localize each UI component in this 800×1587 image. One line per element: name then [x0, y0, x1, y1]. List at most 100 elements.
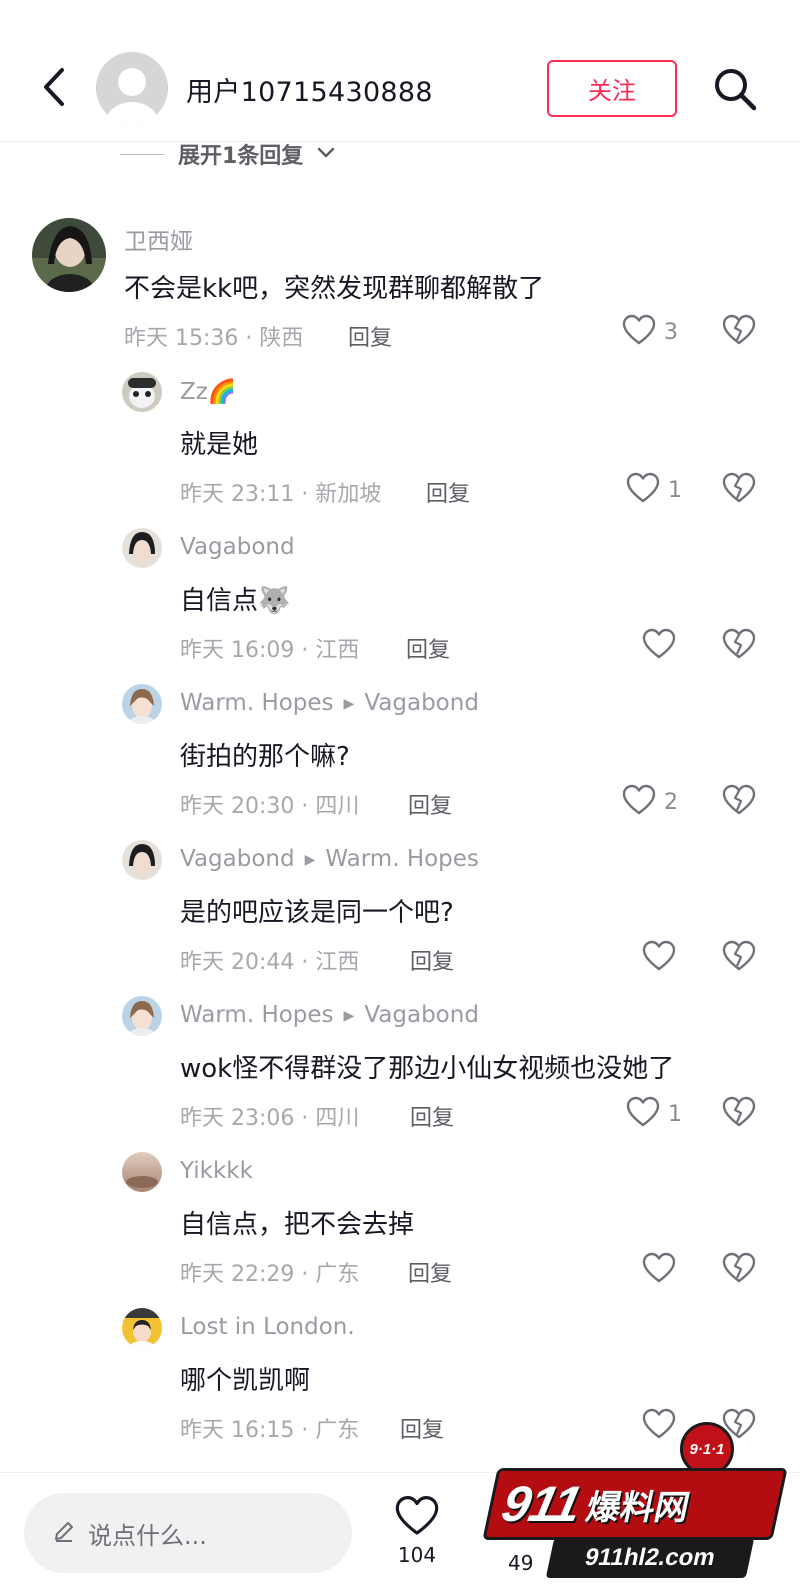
- like-button[interactable]: 1: [626, 472, 682, 508]
- expand-replies-button[interactable]: 展开1条回复: [120, 140, 335, 169]
- profile-avatar[interactable]: [96, 52, 168, 124]
- comment-text: 哪个凯凯啊: [180, 1366, 311, 1396]
- comment-text: 自信点🐺: [180, 586, 291, 616]
- avatar[interactable]: [32, 218, 106, 292]
- comment-text: 就是她: [180, 430, 259, 460]
- comment-timestamp-location: 昨天 20:44 · 江西: [180, 950, 360, 975]
- comment-item: Yikkkk 自信点，把不会去掉 昨天 22:29 · 广东 回复: [0, 1152, 800, 1308]
- watermark-url: 911hl2.com: [545, 1538, 755, 1578]
- avatar[interactable]: [122, 1308, 162, 1348]
- broken-heart-icon[interactable]: [722, 628, 758, 664]
- comment-item: Vagabond 自信点🐺 昨天 16:09 · 江西 回复: [0, 528, 800, 684]
- heart-icon: [622, 784, 656, 820]
- broken-heart-icon[interactable]: [722, 1252, 758, 1288]
- comment-author[interactable]: Vagabond ▶ Warm. Hopes: [180, 846, 479, 872]
- comment-timestamp-location: 昨天 20:30 · 四川: [180, 794, 360, 819]
- watermark-banner: 911 爆料网: [482, 1468, 788, 1540]
- comment-author[interactable]: Warm. Hopes ▶ Vagabond: [180, 690, 479, 716]
- reply-arrow-icon: ▶: [304, 852, 316, 868]
- comment-item: Zz🌈 就是她 昨天 23:11 · 新加坡 回复 1: [0, 372, 800, 528]
- comment-author[interactable]: Warm. Hopes ▶ Vagabond: [180, 1002, 479, 1028]
- heart-icon: [642, 1252, 676, 1288]
- avatar[interactable]: [122, 840, 162, 880]
- reply-button[interactable]: 回复: [410, 944, 454, 976]
- reply-button[interactable]: 回复: [348, 320, 392, 352]
- comment-text: 不会是kk吧，突然发现群聊都解散了: [124, 274, 545, 304]
- comment-timestamp-location: 昨天 23:11 · 新加坡: [180, 482, 382, 507]
- like-button[interactable]: 3: [622, 314, 678, 350]
- watermark-logo: 9·1·1 911 爆料网 911hl2.com: [480, 1422, 788, 1584]
- divider-line: [120, 153, 164, 155]
- broken-heart-icon[interactable]: [722, 784, 758, 820]
- watermark-number: 911: [497, 1476, 586, 1532]
- like-button[interactable]: [642, 1252, 676, 1288]
- broken-heart-icon[interactable]: [722, 472, 758, 508]
- reply-button[interactable]: 回复: [400, 1412, 444, 1444]
- avatar[interactable]: [122, 684, 162, 724]
- profile-username[interactable]: 用户10715430888: [186, 70, 433, 109]
- heart-icon: [622, 314, 656, 350]
- avatar[interactable]: [122, 528, 162, 568]
- comment-item: Warm. Hopes ▶ Vagabond wok怪不得群没了那边小仙女视频也没她…: [0, 996, 800, 1152]
- comment-input-placeholder: 说点什么...: [88, 1521, 207, 1550]
- reply-to-name[interactable]: Vagabond: [364, 690, 479, 716]
- comment-author[interactable]: Yikkkk: [180, 1158, 253, 1184]
- reply-to-name[interactable]: Vagabond: [364, 1002, 479, 1028]
- comment-author[interactable]: Vagabond: [180, 534, 295, 560]
- top-bar: 用户10715430888 关注: [0, 0, 800, 142]
- author-name[interactable]: Warm. Hopes: [180, 690, 334, 716]
- heart-icon: [642, 940, 676, 976]
- author-name[interactable]: Vagabond: [180, 846, 295, 872]
- broken-heart-icon[interactable]: [722, 940, 758, 976]
- like-button[interactable]: [642, 940, 676, 976]
- like-count: 2: [664, 789, 678, 815]
- reply-button[interactable]: 回复: [408, 788, 452, 820]
- like-count: 3: [664, 319, 678, 345]
- comment-text: 街拍的那个嘛?: [180, 742, 350, 772]
- watermark-name: 爆料网: [582, 1487, 694, 1528]
- broken-heart-icon[interactable]: [722, 1096, 758, 1132]
- avatar[interactable]: [122, 1152, 162, 1192]
- follow-button[interactable]: 关注: [547, 60, 677, 117]
- comment-text: wok怪不得群没了那边小仙女视频也没她了: [180, 1054, 675, 1084]
- like-button[interactable]: 2: [622, 784, 678, 820]
- comment-timestamp-location: 昨天 15:36 · 陕西: [124, 326, 304, 351]
- like-count: 1: [668, 1101, 682, 1127]
- comment-text: 自信点，把不会去掉: [180, 1210, 415, 1240]
- comment-author[interactable]: Lost in London.: [180, 1314, 355, 1340]
- comment-timestamp-location: 昨天 16:09 · 江西: [180, 638, 360, 663]
- pencil-icon: [52, 1519, 76, 1547]
- author-name[interactable]: Warm. Hopes: [180, 1002, 334, 1028]
- post-like-button[interactable]: 104: [392, 1495, 442, 1567]
- comment-timestamp-location: 昨天 23:06 · 四川: [180, 1106, 360, 1131]
- post-like-count: 104: [397, 1543, 437, 1567]
- comment-timestamp-location: 昨天 16:15 · 广东: [180, 1418, 360, 1443]
- heart-icon: [626, 1096, 660, 1132]
- comment-input[interactable]: 说点什么...: [24, 1493, 352, 1573]
- back-arrow-icon[interactable]: [34, 62, 74, 112]
- comment-timestamp-location: 昨天 22:29 · 广东: [180, 1262, 360, 1287]
- comment-item: Warm. Hopes ▶ Vagabond 街拍的那个嘛? 昨天 20:30 · …: [0, 684, 800, 840]
- reply-to-name[interactable]: Warm. Hopes: [325, 846, 479, 872]
- search-icon[interactable]: [708, 62, 762, 116]
- reply-button[interactable]: 回复: [408, 1256, 452, 1288]
- reply-arrow-icon: ▶: [343, 696, 355, 712]
- broken-heart-icon[interactable]: [722, 314, 758, 350]
- chevron-down-icon: [317, 145, 335, 164]
- heart-icon: [394, 1496, 440, 1541]
- like-button[interactable]: 1: [626, 1096, 682, 1132]
- reply-button[interactable]: 回复: [410, 1100, 454, 1132]
- comment-author[interactable]: Zz🌈: [180, 378, 236, 405]
- expand-replies-label: 展开1条回复: [178, 144, 304, 169]
- like-count: 1: [668, 477, 682, 503]
- reply-arrow-icon: ▶: [343, 1008, 355, 1024]
- comment-item: 卫西娅 不会是kk吧，突然发现群聊都解散了 昨天 15:36 · 陕西 回复 3: [0, 218, 800, 374]
- avatar[interactable]: [122, 996, 162, 1036]
- avatar[interactable]: [122, 372, 162, 412]
- heart-icon: [626, 472, 660, 508]
- like-button[interactable]: [642, 628, 676, 664]
- comment-item: Vagabond ▶ Warm. Hopes 是的吧应该是同一个吧? 昨天 20:4…: [0, 840, 800, 996]
- reply-button[interactable]: 回复: [406, 632, 450, 664]
- reply-button[interactable]: 回复: [426, 476, 470, 508]
- comment-author[interactable]: 卫西娅: [124, 222, 193, 256]
